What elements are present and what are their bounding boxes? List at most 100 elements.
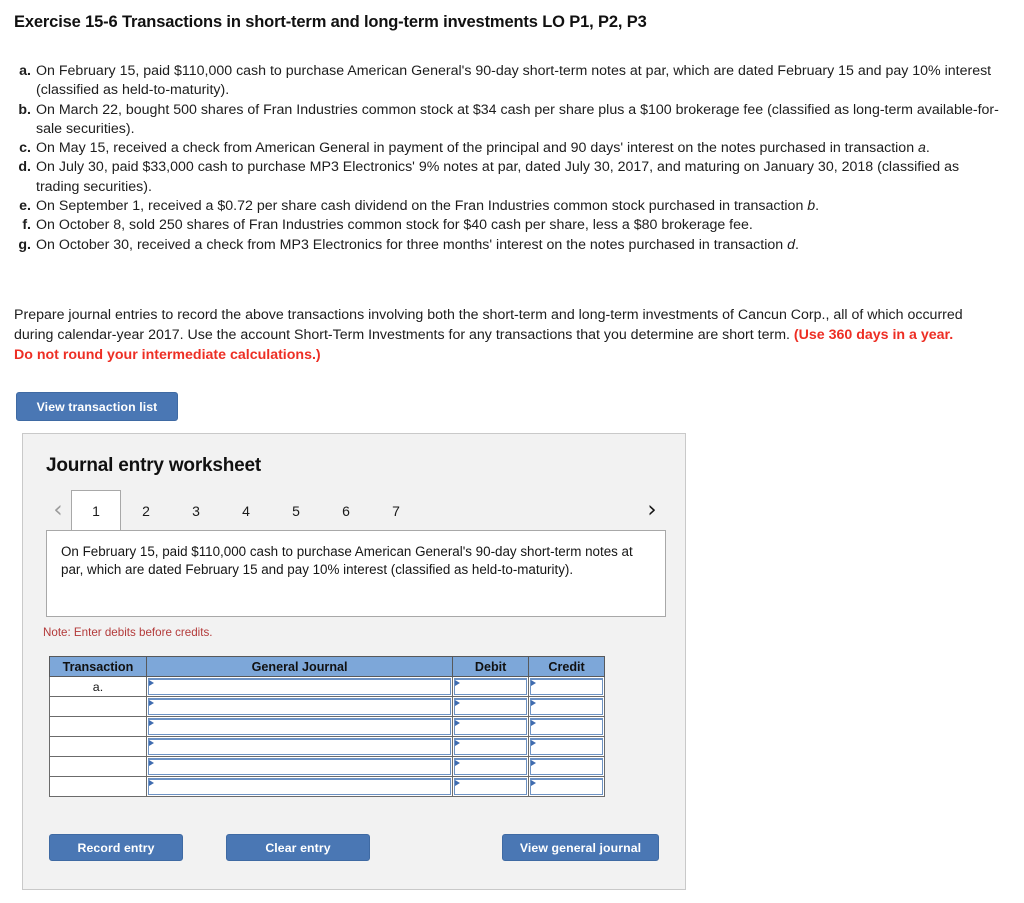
debit-input[interactable]	[454, 778, 528, 795]
worksheet-title: Journal entry worksheet	[46, 455, 262, 476]
worksheet-tab-2[interactable]: 2	[121, 492, 171, 529]
journal-entry-table: Transaction General Journal Debit Credit a.	[49, 656, 605, 797]
transaction-list: a. On February 15, paid $110,000 cash to …	[14, 62, 999, 255]
table-row	[49, 716, 605, 737]
transaction-text: On October 8, sold 250 shares of Fran In…	[36, 217, 753, 234]
credit-input[interactable]	[530, 718, 603, 735]
worksheet-tab-1[interactable]: 1	[71, 490, 121, 530]
journal-table-header-row: Transaction General Journal Debit Credit	[49, 656, 605, 677]
clear-entry-button[interactable]: Clear entry	[226, 834, 370, 861]
transaction-text: On September 1, received a $0.72 per sha…	[36, 198, 820, 215]
general-journal-input[interactable]	[147, 738, 452, 755]
credit-input[interactable]	[530, 698, 603, 715]
worksheet-tab-3[interactable]: 3	[171, 492, 221, 529]
debit-input[interactable]	[454, 678, 528, 695]
credit-input[interactable]	[530, 778, 603, 795]
general-journal-input[interactable]	[147, 778, 452, 795]
view-transaction-list-button[interactable]: View transaction list	[16, 392, 178, 421]
worksheet-tab-6[interactable]: 6	[321, 492, 371, 529]
general-journal-input[interactable]	[147, 758, 452, 775]
page-title: Exercise 15-6 Transactions in short-term…	[14, 13, 647, 31]
transaction-letter: e.	[19, 198, 31, 215]
instructions-paragraph: Prepare journal entries to record the ab…	[14, 305, 964, 365]
column-header-debit: Debit	[452, 656, 530, 677]
transaction-cell	[49, 756, 147, 777]
credit-input-cell	[528, 776, 605, 797]
credit-input-cell	[528, 716, 605, 737]
transaction-letter: a.	[19, 63, 31, 79]
journal-table-body: a.	[49, 676, 605, 797]
debit-input[interactable]	[454, 698, 528, 715]
table-row	[49, 736, 605, 757]
debit-input-cell	[452, 716, 530, 737]
credit-input[interactable]	[530, 678, 603, 695]
credit-input-cell	[528, 736, 605, 757]
debit-input-cell	[452, 776, 530, 797]
tab-strip: ‹ 1234567 ›	[45, 490, 665, 530]
credit-input[interactable]	[530, 758, 603, 775]
transaction-letter: b.	[18, 101, 31, 118]
credit-input-cell	[528, 696, 605, 717]
worksheet-tab-7[interactable]: 7	[371, 492, 421, 529]
general-journal-input-cell	[145, 676, 454, 697]
transaction-cell	[49, 776, 147, 797]
column-header-transaction: Transaction	[49, 656, 147, 677]
transaction-item: c. On May 15, received a check from Ameri…	[14, 139, 999, 158]
debit-input-cell	[452, 696, 530, 717]
table-row	[49, 776, 605, 797]
transaction-cell	[49, 736, 147, 757]
credit-input[interactable]	[530, 738, 603, 755]
general-journal-input[interactable]	[147, 718, 452, 735]
debit-input-cell	[452, 676, 530, 697]
transaction-item: a. On February 15, paid $110,000 cash to …	[14, 62, 999, 101]
transaction-text: On March 22, bought 500 shares of Fran I…	[36, 101, 999, 137]
transaction-text: On May 15, received a check from America…	[36, 140, 930, 157]
transaction-text: On July 30, paid $33,000 cash to purchas…	[36, 159, 960, 195]
transaction-letter: c.	[19, 140, 31, 157]
general-journal-input[interactable]	[147, 678, 452, 695]
table-row: a.	[49, 676, 605, 697]
transaction-item: g. On October 30, received a check from M…	[14, 236, 999, 255]
general-journal-input-cell	[145, 776, 454, 797]
transaction-item: f. On October 8, sold 250 shares of Fran …	[14, 216, 999, 235]
table-row	[49, 756, 605, 777]
transaction-item: b. On March 22, bought 500 shares of Fran…	[14, 101, 999, 140]
record-entry-button[interactable]: Record entry	[49, 834, 183, 861]
credit-input-cell	[528, 676, 605, 697]
transaction-text: On February 15, paid $110,000 cash to pu…	[36, 63, 992, 99]
debit-input[interactable]	[454, 718, 528, 735]
transaction-cell	[49, 716, 147, 737]
general-journal-input-cell	[145, 716, 454, 737]
table-row	[49, 696, 605, 717]
worksheet-tab-4[interactable]: 4	[221, 492, 271, 529]
journal-table-head: Transaction General Journal Debit Credit	[49, 656, 605, 677]
transaction-text: On October 30, received a check from MP3…	[36, 236, 799, 253]
general-journal-input-cell	[145, 696, 454, 717]
transaction-cell	[49, 696, 147, 717]
debit-input[interactable]	[454, 758, 528, 775]
journal-entry-worksheet-panel: Journal entry worksheet ‹ 1234567 › On F…	[22, 433, 686, 890]
transaction-cell: a.	[49, 676, 147, 697]
debits-before-credits-note: Note: Enter debits before credits.	[43, 626, 213, 639]
chevron-left-icon[interactable]: ‹	[45, 492, 71, 529]
chevron-right-icon[interactable]: ›	[639, 492, 665, 529]
tab-container: 1234567	[71, 490, 421, 530]
column-header-credit: Credit	[528, 656, 605, 677]
general-journal-input[interactable]	[147, 698, 452, 715]
debit-input-cell	[452, 756, 530, 777]
transaction-letter: f.	[22, 217, 31, 234]
exercise-page: Exercise 15-6 Transactions in short-term…	[0, 0, 1024, 903]
transaction-item: e. On September 1, received a $0.72 per s…	[14, 197, 999, 216]
transaction-item: d. On July 30, paid $33,000 cash to purch…	[14, 158, 999, 197]
general-journal-input-cell	[145, 736, 454, 757]
view-general-journal-button[interactable]: View general journal	[502, 834, 659, 861]
transaction-letter: g.	[18, 236, 31, 253]
worksheet-button-row: Record entry Clear entry View general jo…	[23, 834, 687, 866]
credit-input-cell	[528, 756, 605, 777]
debit-input[interactable]	[454, 738, 528, 755]
worksheet-tab-5[interactable]: 5	[271, 492, 321, 529]
worksheet-tab-bar: ‹ 1234567 ›	[45, 490, 665, 530]
column-header-general-journal: General Journal	[145, 656, 454, 677]
worksheet-description: On February 15, paid $110,000 cash to pu…	[46, 530, 666, 617]
transaction-letter: d.	[18, 159, 31, 176]
